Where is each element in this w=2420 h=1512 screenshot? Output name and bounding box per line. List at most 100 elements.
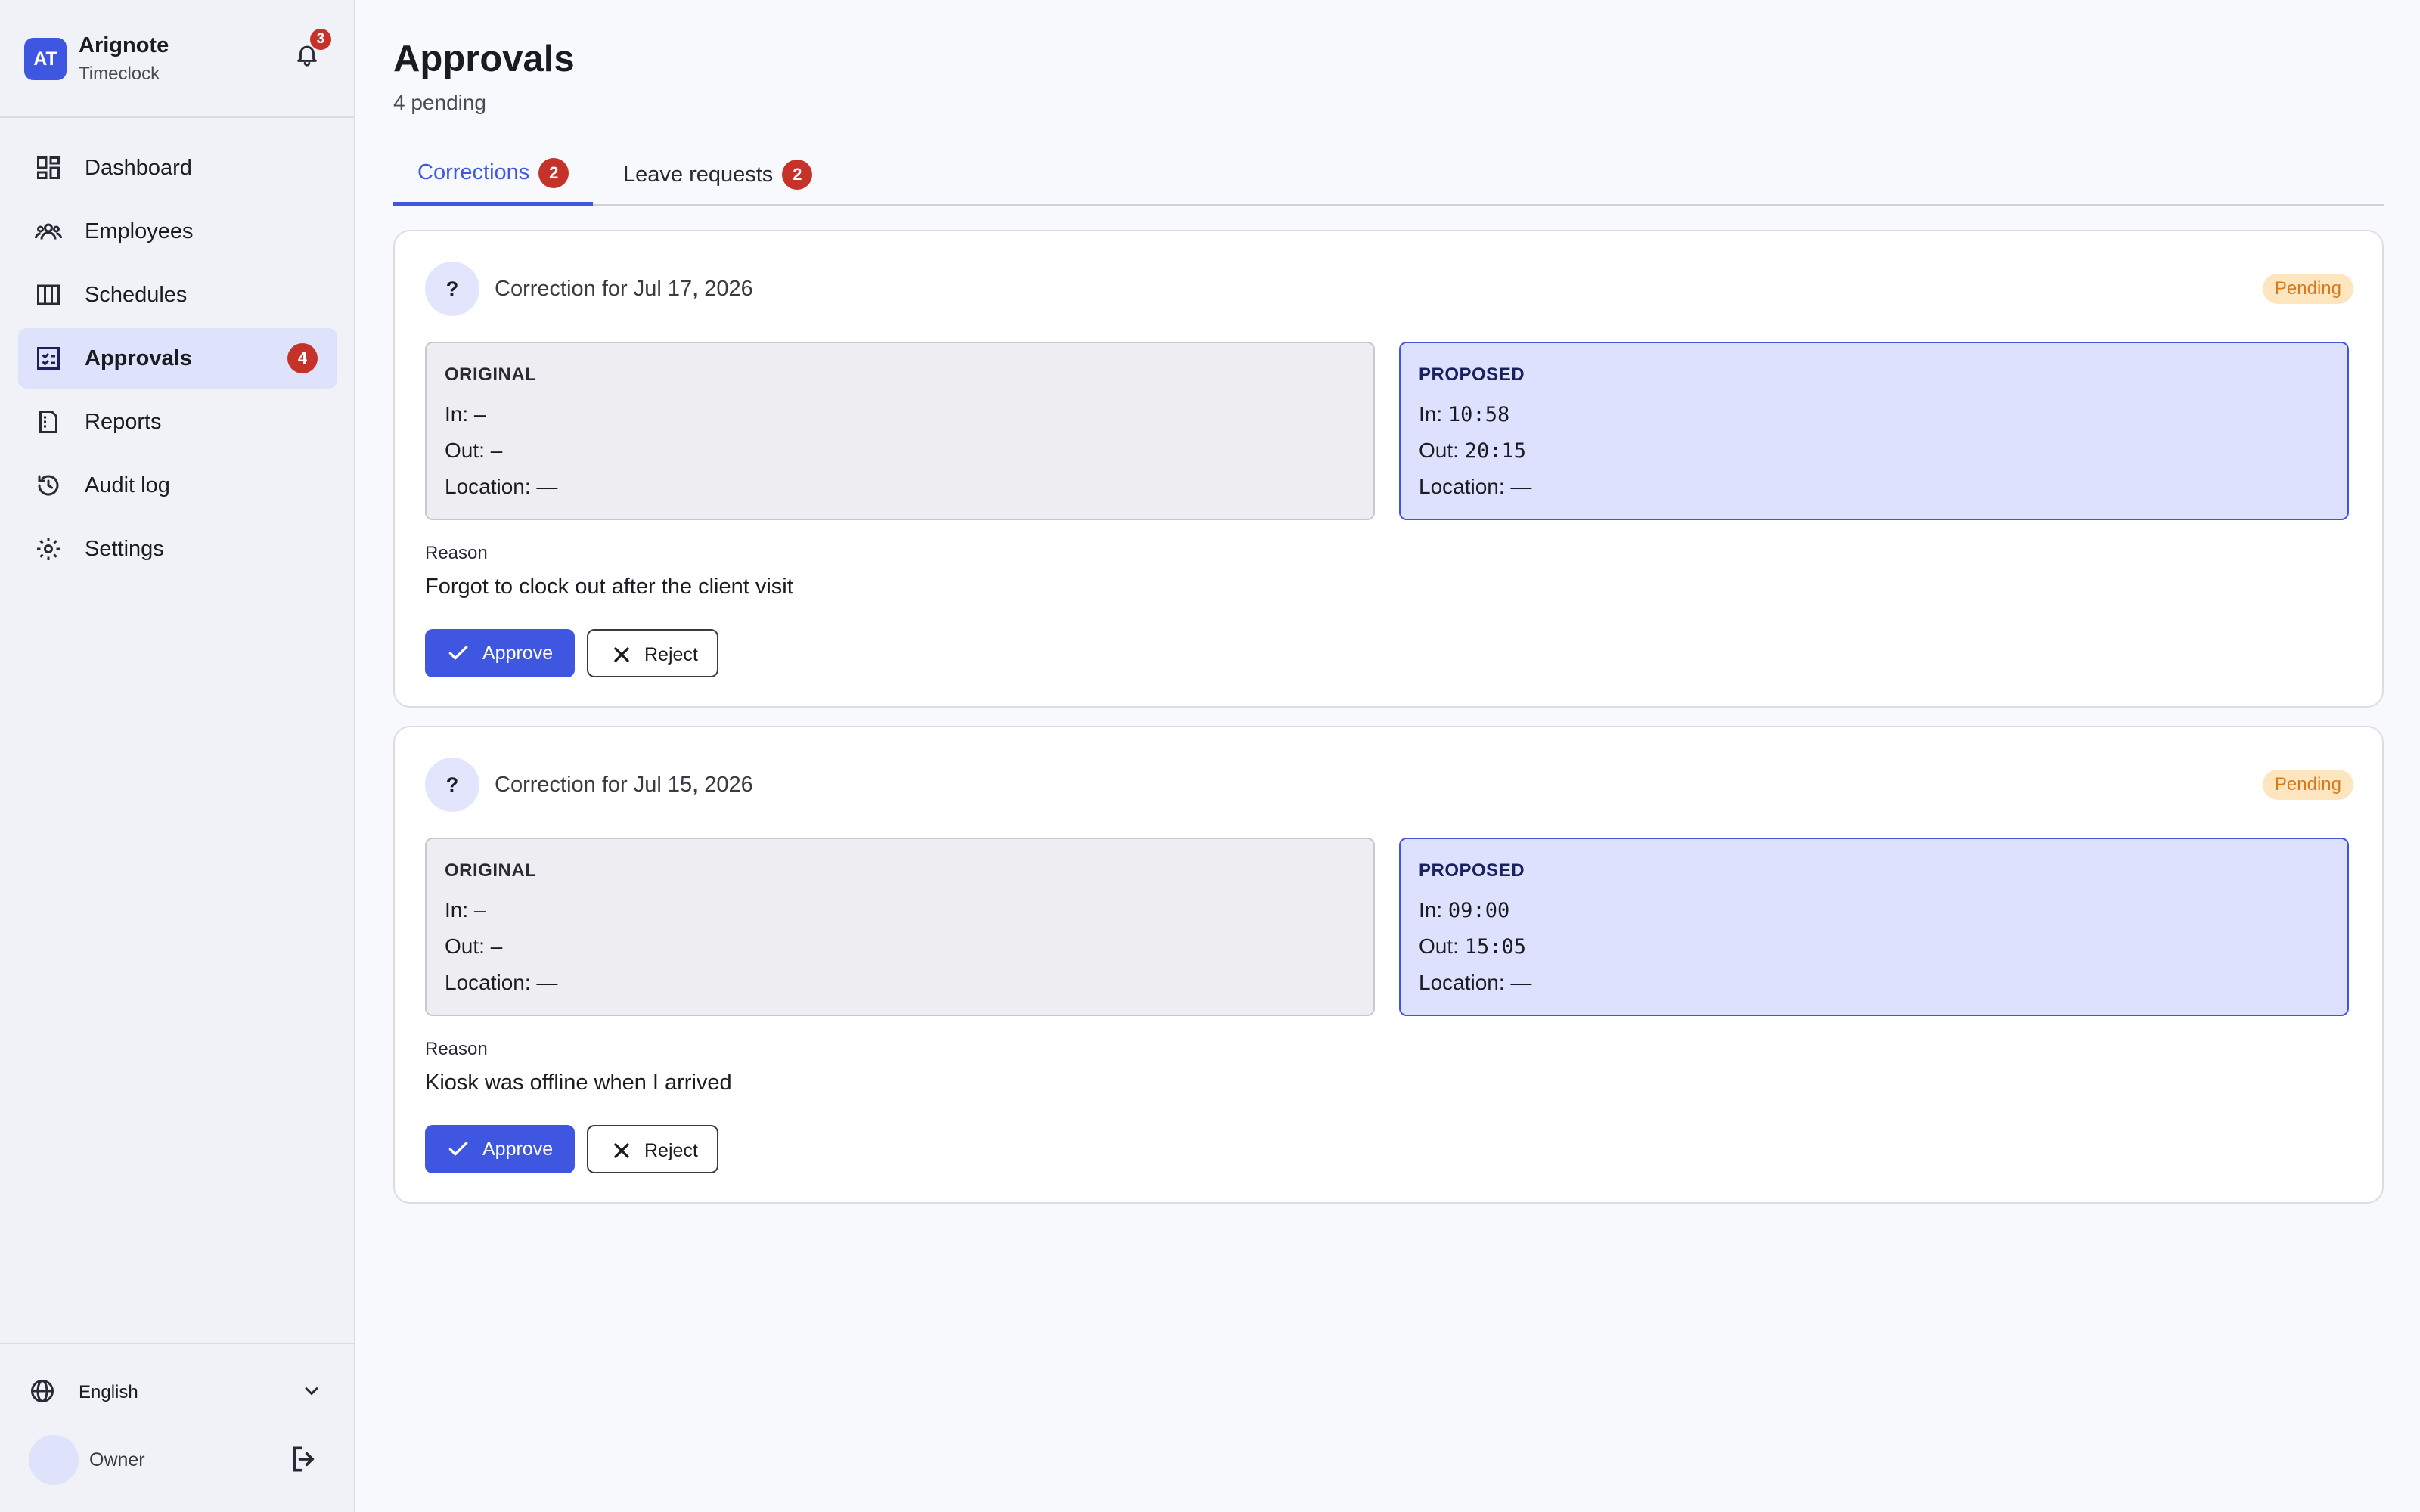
sidebar-item-reports[interactable]: Reports [18,392,337,452]
reject-label: Reject [644,1140,698,1161]
sidebar-item-employees[interactable]: Employees [18,201,337,262]
sidebar-item-dashboard[interactable]: Dashboard [18,138,337,198]
proposed-location: Location: — [1419,971,1531,995]
proposed-out: Out: 15:05 [1419,934,1526,959]
location-label: Location: [445,971,531,994]
box-heading: PROPOSED [1419,364,1525,385]
in-label: In: [1419,898,1443,922]
in-label: In: [445,898,469,922]
language-selector[interactable]: English [29,1374,331,1408]
status-badge: Pending [2262,770,2353,800]
sidebar-item-schedules[interactable]: Schedules [18,265,337,325]
box-heading: ORIGINAL [445,364,537,385]
status-badge: Pending [2262,274,2353,304]
in-label: In: [445,402,469,426]
language-label: English [79,1382,138,1402]
original-in: In: – [445,402,486,426]
location-value: — [536,475,558,498]
box-heading: ORIGINAL [445,860,537,881]
approve-label: Approve [482,1139,554,1160]
page-title: Approvals [393,39,575,79]
card-title: Correction for Jul 15, 2026 [495,773,753,797]
in-label: In: [1419,402,1443,426]
tab-label: Leave requests [623,162,774,187]
logout-icon[interactable] [287,1442,321,1476]
check-icon [448,646,468,660]
proposed-times-box: PROPOSED In: 09:00 Out: 15:05 Location: … [1399,838,2349,1016]
correction-card: ? Correction for Jul 17, 2026 Pending OR… [393,230,2384,708]
location-label: Location: [445,475,531,498]
in-value: – [473,402,486,426]
close-icon [614,647,629,662]
sidebar-item-label: Schedules [85,282,188,307]
location-value: — [1510,971,1532,994]
user-name: Owner [89,1449,145,1470]
sidebar-item-approvals[interactable]: Approvals 4 [18,328,337,389]
sidebar-item-label: Employees [85,218,194,243]
proposed-location: Location: — [1419,475,1531,499]
approvals-count-badge: 4 [287,343,318,373]
sidebar-item-label: Settings [85,536,164,561]
original-in: In: – [445,898,486,922]
out-value: 15:05 [1464,935,1526,959]
brand-avatar: AT [24,38,67,80]
sidebar-item-settings[interactable]: Settings [18,519,337,579]
reject-button[interactable]: Reject [587,629,718,677]
sidebar-item-label: Dashboard [85,155,192,180]
brand-header: AT Arignote Timeclock 3 [0,0,355,118]
tab-bar: Corrections 2 Leave requests 2 [393,144,2384,206]
history-icon [38,475,59,496]
approve-button[interactable]: Approve [425,629,575,677]
calendar-grid-icon [37,284,60,305]
reason-label: Reason [425,543,488,563]
tab-corrections[interactable]: Corrections 2 [393,144,594,206]
report-icon [39,411,57,433]
out-value: – [490,934,503,958]
out-label: Out: [445,934,485,958]
sidebar-item-audit-log[interactable]: Audit log [18,455,337,516]
tab-leave-requests[interactable]: Leave requests 2 [599,144,836,206]
approve-label: Approve [482,643,554,664]
sidebar: AT Arignote Timeclock 3 Dashboard Employ… [0,0,355,1512]
proposed-in: In: 10:58 [1419,402,1509,426]
original-location: Location: — [445,971,557,995]
location-label: Location: [1419,971,1505,994]
brand-subtitle: Timeclock [79,64,160,84]
pending-count: 4 pending [393,91,487,114]
original-out: Out: – [445,934,502,959]
sidebar-item-label: Audit log [85,472,170,497]
in-value: 09:00 [1447,899,1510,922]
original-out: Out: – [445,438,502,463]
approve-button[interactable]: Approve [425,1125,575,1173]
out-label: Out: [445,438,485,462]
main-content: Approvals 4 pending Corrections 2 Leave … [357,0,2420,1512]
out-label: Out: [1419,934,1459,958]
location-value: — [1510,475,1532,498]
users-icon [35,223,62,240]
checklist-icon [37,347,60,370]
card-title: Correction for Jul 17, 2026 [495,277,753,301]
question-icon: ? [425,758,479,812]
out-label: Out: [1419,438,1459,462]
out-value: – [490,438,503,462]
question-icon: ? [425,262,479,316]
chevron-down-icon [305,1387,318,1396]
dashboard-icon [37,156,60,179]
avatar [29,1435,79,1485]
out-value: 20:15 [1464,439,1526,463]
close-icon [614,1143,629,1158]
reject-label: Reject [644,644,698,665]
brand-name: Arignote [79,33,169,57]
reject-button[interactable]: Reject [587,1125,718,1173]
proposed-out: Out: 20:15 [1419,438,1526,463]
reason-label: Reason [425,1039,488,1059]
reason-text: Kiosk was offline when I arrived [425,1070,732,1095]
correction-card: ? Correction for Jul 15, 2026 Pending OR… [393,726,2384,1204]
proposed-in: In: 09:00 [1419,898,1509,922]
original-times-box: ORIGINAL In: – Out: – Location: — [425,342,1375,520]
tab-count-badge: 2 [538,157,569,188]
reason-text: Forgot to clock out after the client vis… [425,575,793,599]
proposed-times-box: PROPOSED In: 10:58 Out: 20:15 Location: … [1399,342,2349,520]
original-location: Location: — [445,475,557,499]
in-value: – [473,898,486,922]
